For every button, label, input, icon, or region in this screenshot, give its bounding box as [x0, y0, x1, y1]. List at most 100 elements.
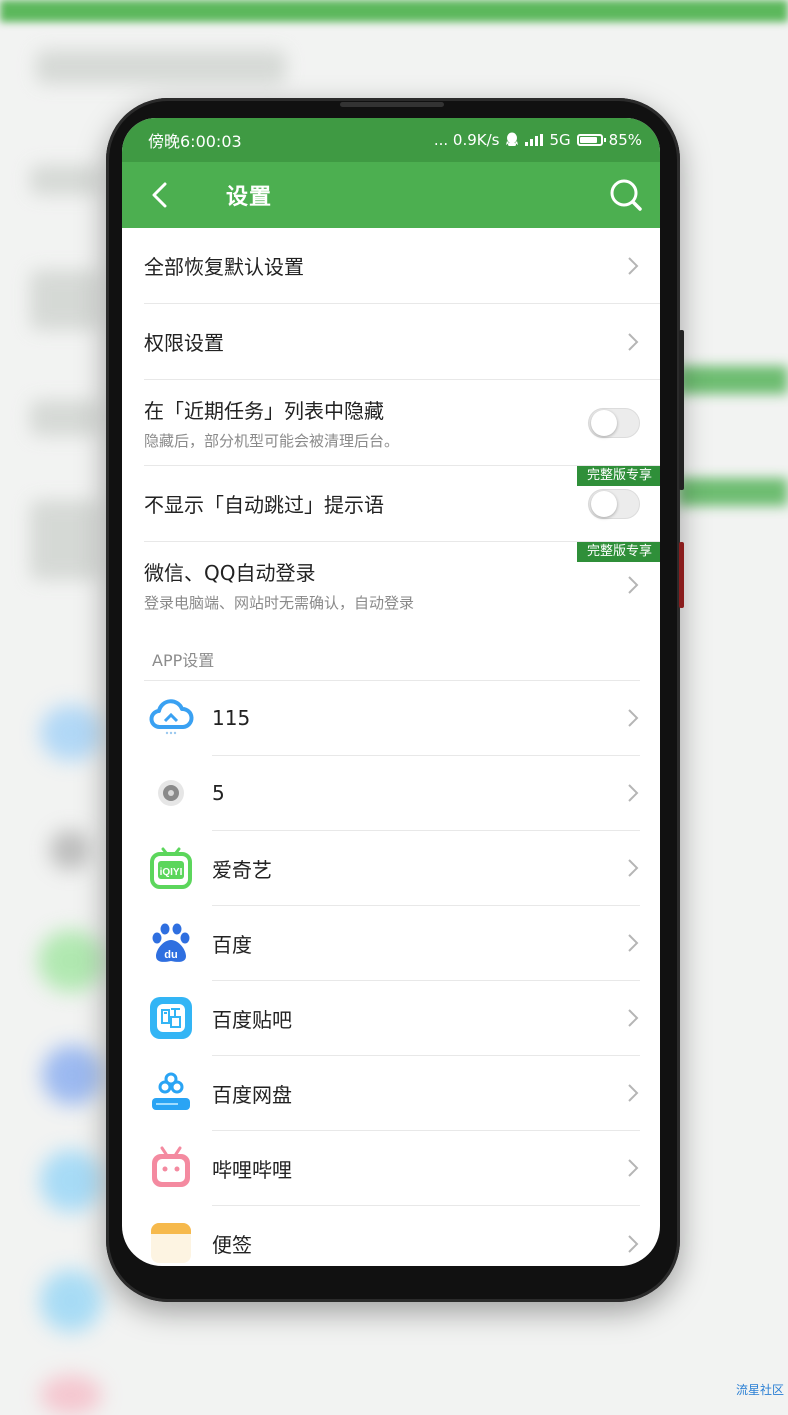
phone-screen: 傍晚6:00:03 ... 0.9K/s 5G 85% 设置 全部恢复默认设置 … [122, 118, 660, 1266]
app-body: 百度 [212, 906, 640, 981]
phone-speaker [340, 102, 444, 107]
app-bar: 设置 [122, 162, 660, 228]
app-name: 5 [212, 781, 225, 805]
qq-notification-icon [506, 132, 519, 146]
page-title: 设置 [226, 185, 273, 210]
chevron-right-icon [628, 1234, 639, 1253]
chevron-right-icon [628, 859, 639, 877]
cloud-115-icon [149, 699, 194, 735]
status-bar: 傍晚6:00:03 ... 0.9K/s 5G 85% [122, 118, 660, 162]
chevron-right-icon [628, 256, 639, 275]
permission-settings-item[interactable]: 权限设置 [144, 304, 660, 380]
reset-defaults-item[interactable]: 全部恢复默认设置 [144, 228, 660, 304]
app-item-notes[interactable]: 便签 [122, 1206, 660, 1266]
background-blur [30, 270, 100, 330]
phone-frame: 傍晚6:00:03 ... 0.9K/s 5G 85% 设置 全部恢复默认设置 … [106, 98, 684, 1302]
chevron-right-icon [628, 332, 639, 351]
app-body: 115 [212, 681, 640, 756]
app-item-115[interactable]: 115 [122, 681, 660, 756]
auto-login-label: 微信、QQ自动登录 [144, 561, 316, 585]
back-button[interactable] [144, 175, 174, 215]
background-blur [42, 1045, 102, 1105]
background-blur [40, 705, 102, 761]
app-item-baidu[interactable]: du 百度 [122, 906, 660, 981]
app-item-tieba[interactable]: 百度贴吧 [122, 981, 660, 1056]
pro-badge: 完整版专享 [576, 466, 660, 486]
app-item-5[interactable]: 5 [122, 756, 660, 831]
status-network: 5G [549, 131, 571, 149]
notes-icon [151, 1223, 191, 1263]
status-time: 傍晚6:00:03 [148, 132, 242, 151]
row-text: 微信、QQ自动登录 登录电脑端、网站时无需确认，自动登录 [144, 557, 626, 613]
row-text: 在「近期任务」列表中隐藏 隐藏后，部分机型可能会被清理后台。 [144, 395, 588, 451]
background-blur [678, 366, 788, 394]
hide-recent-tasks-label: 在「近期任务」列表中隐藏 [144, 398, 384, 423]
app-name: 便签 [212, 1233, 252, 1257]
chevron-right-icon [628, 934, 639, 952]
app-item-iqiyi[interactable]: iQIYI 爱奇艺 [122, 831, 660, 906]
background-blur [36, 50, 286, 84]
row-text: 全部恢复默认设置 [144, 251, 626, 280]
row-text: 不显示「自动跳过」提示语 [144, 489, 588, 518]
hide-recent-tasks-subtitle: 隐藏后，部分机型可能会被清理后台。 [144, 431, 400, 450]
battery-icon [576, 134, 606, 146]
app-body: 百度贴吧 [212, 981, 640, 1056]
app-body: 便签 [212, 1206, 640, 1266]
back-arrow-icon [152, 182, 167, 208]
app-settings-header: APP设置 [152, 651, 215, 670]
hide-skip-tip-item: 完整版专享 不显示「自动跳过」提示语 [144, 466, 660, 542]
auto-login-item[interactable]: 完整版专享 微信、QQ自动登录 登录电脑端、网站时无需确认，自动登录 [144, 542, 660, 628]
chevron-right-icon [628, 784, 639, 802]
toggle-knob [591, 490, 617, 517]
auto-login-subtitle: 登录电脑端、网站时无需确认，自动登录 [144, 594, 415, 612]
chevron-right-icon [628, 1159, 639, 1177]
app-body: 5 [212, 756, 640, 831]
app-name: 百度贴吧 [212, 1007, 292, 1032]
background-blur [30, 400, 100, 436]
phone-power-button [679, 542, 684, 608]
background-blur [40, 1270, 102, 1332]
row-text: 权限设置 [144, 327, 626, 356]
background-top-strip [0, 0, 788, 22]
app-body: 哔哩哔哩 [212, 1131, 640, 1206]
status-indicators: ... 0.9K/s 5G 85% [434, 131, 642, 149]
app-name: 百度 [212, 932, 252, 957]
speaker-dot-icon [158, 780, 184, 806]
svg-text:iQIYI: iQIYI [160, 867, 183, 878]
background-blur [40, 1150, 102, 1212]
settings-list: 全部恢复默认设置 权限设置 在「近期任务」列表中隐藏 隐藏后，部分机型可能会被清… [122, 228, 660, 1266]
tieba-icon [150, 997, 192, 1039]
hide-recent-tasks-item: 在「近期任务」列表中隐藏 隐藏后，部分机型可能会被清理后台。 [144, 380, 660, 466]
svg-text:du: du [164, 949, 177, 961]
app-item-bilibili[interactable]: 哔哩哔哩 [122, 1131, 660, 1206]
search-button[interactable] [606, 175, 646, 215]
chevron-right-icon [628, 576, 639, 594]
background-blur [50, 830, 90, 870]
reset-defaults-label: 全部恢复默认设置 [144, 255, 304, 279]
watermark: 流星社区 [735, 1383, 784, 1397]
hide-recent-tasks-toggle[interactable] [588, 407, 640, 438]
baidu-netdisk-icon [152, 1072, 190, 1110]
signal-dots-icon [525, 134, 544, 146]
app-name: 百度网盘 [212, 1082, 292, 1107]
app-body: 爱奇艺 [212, 831, 640, 906]
app-name: 哔哩哔哩 [212, 1157, 292, 1182]
permission-settings-label: 权限设置 [144, 331, 224, 355]
chevron-right-icon [628, 1009, 639, 1027]
battery-fill [579, 137, 597, 143]
status-battery: 85% [608, 131, 642, 149]
bilibili-tv-icon [152, 1146, 190, 1187]
app-item-baidu-netdisk[interactable]: 百度网盘 [122, 1056, 660, 1131]
status-net-speed: ... 0.9K/s [433, 131, 500, 149]
app-name: 爱奇艺 [212, 857, 272, 882]
app-body: 百度网盘 [212, 1056, 640, 1131]
pro-badge: 完整版专享 [576, 542, 660, 562]
hide-skip-tip-toggle[interactable] [588, 488, 640, 519]
background-blur [678, 478, 788, 506]
hide-skip-tip-label: 不显示「自动跳过」提示语 [144, 493, 384, 517]
iqiyi-tv-icon: iQIYI [150, 847, 192, 889]
search-icon [610, 179, 642, 211]
background-blur [30, 500, 100, 580]
toggle-knob [591, 409, 617, 436]
phone-volume-button [679, 330, 684, 490]
